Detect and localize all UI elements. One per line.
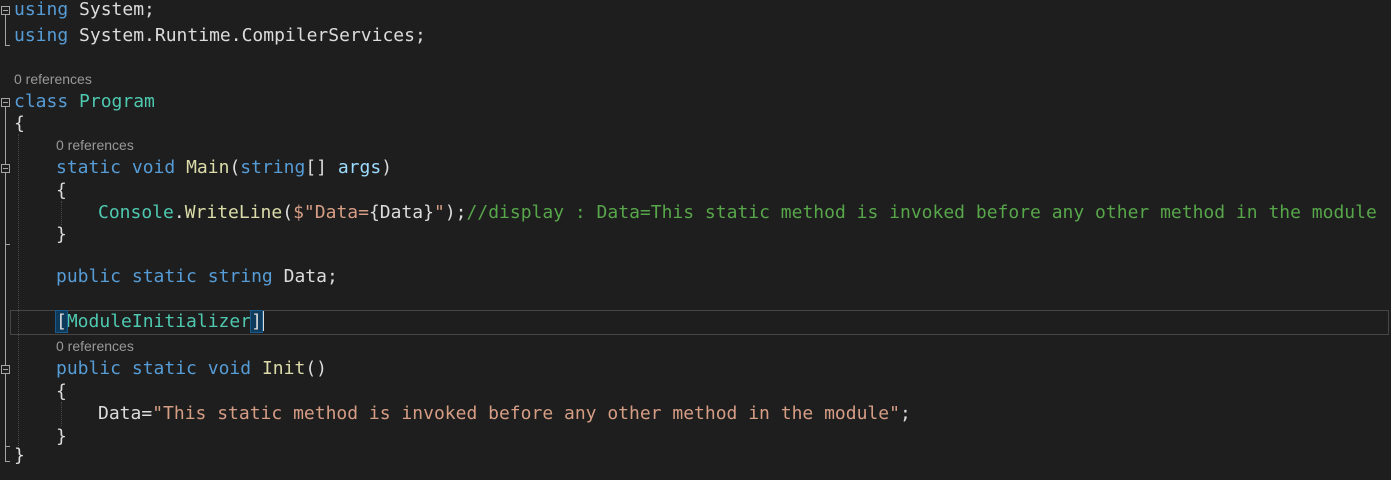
code-line-using-compilerservices[interactable]: using System.Runtime.CompilerServices;: [14, 25, 426, 47]
string-interp-end: ": [433, 202, 445, 223]
code-line-main-open-brace[interactable]: {: [56, 180, 67, 202]
paren-close-semicolon: );: [444, 202, 467, 223]
code-line-init-close-brace[interactable]: }: [56, 426, 67, 448]
code-line-main-close-brace[interactable]: }: [56, 224, 67, 246]
method-writeline: WriteLine: [184, 202, 283, 223]
fold-guide-class: [5, 107, 6, 461]
param-args: args: [337, 157, 382, 178]
parens: (): [305, 358, 327, 379]
semicolon: ;: [899, 403, 911, 424]
keyword-string: string: [207, 266, 273, 287]
keyword-public: public: [56, 358, 122, 379]
keyword-void: void: [131, 157, 176, 178]
collapse-using-icon[interactable]: [1, 6, 10, 15]
keyword-public: public: [56, 266, 122, 287]
class-name-program: Program: [79, 91, 155, 112]
indent-guide-class: [18, 134, 19, 450]
fold-end-using: [5, 45, 10, 46]
dot: .: [173, 202, 185, 223]
string-interp-start: $"Data=: [293, 202, 369, 223]
codelens-references-class[interactable]: 0 references: [14, 70, 92, 88]
method-name-main: Main: [186, 157, 230, 178]
collapse-init-icon[interactable]: [1, 365, 10, 374]
fold-guide-using: [5, 15, 6, 45]
method-name-init: Init: [261, 358, 306, 379]
keyword-void: void: [207, 358, 252, 379]
keyword-string: string: [240, 157, 306, 178]
comment-display: //display : Data=This static method is i…: [466, 202, 1377, 223]
codelens-references-init[interactable]: 0 references: [56, 337, 134, 355]
array-brackets: []: [305, 157, 338, 178]
keyword-static: static: [56, 157, 122, 178]
collapse-class-icon[interactable]: [1, 98, 10, 107]
string-literal-message: "This static method is invoked before an…: [152, 403, 900, 424]
keyword-using: using: [14, 25, 69, 46]
text-caret: [261, 311, 264, 331]
code-line-module-initializer-attribute[interactable]: [ModuleInitializer]: [55, 310, 264, 333]
code-line-init-open-brace[interactable]: {: [56, 381, 67, 403]
codelens-references-main[interactable]: 0 references: [56, 136, 134, 154]
namespace-compilerservices: System.Runtime.CompilerServices;: [68, 25, 426, 46]
code-editor[interactable]: using System; using System.Runtime.Compi…: [0, 0, 1391, 480]
paren-open: (: [229, 157, 241, 178]
attribute-moduleinitializer: ModuleInitializer: [66, 311, 252, 332]
keyword-static: static: [131, 358, 197, 379]
interpolation-data: {Data}: [368, 202, 434, 223]
code-line-console-writeline[interactable]: Console.WriteLine($"Data={Data}");//disp…: [98, 202, 1377, 224]
bracket-open: [: [55, 310, 68, 333]
code-line-data-field[interactable]: public static string Data;: [56, 266, 338, 288]
namespace-system: System;: [68, 0, 155, 20]
bracket-close: ]: [250, 310, 263, 333]
code-line-init-signature[interactable]: public static void Init(): [56, 358, 327, 380]
paren-open: (: [282, 202, 294, 223]
keyword-static: static: [131, 266, 197, 287]
fold-end-init: [5, 446, 10, 447]
indent-guide-main: [61, 201, 62, 225]
code-line-class-open-brace[interactable]: {: [14, 113, 25, 135]
code-line-using-system[interactable]: using System;: [14, 0, 155, 21]
keyword-class: class: [14, 91, 69, 112]
collapse-main-icon[interactable]: [1, 164, 10, 173]
code-line-class-close-brace[interactable]: }: [14, 445, 25, 467]
indent-guide-init: [61, 402, 62, 426]
class-console: Console: [98, 202, 174, 223]
code-line-data-assignment[interactable]: Data="This static method is invoked befo…: [98, 403, 911, 425]
field-data-assign: Data=: [98, 403, 153, 424]
code-line-main-signature[interactable]: static void Main(string[] args): [56, 157, 392, 179]
fold-end-class: [5, 461, 10, 462]
paren-close: ): [381, 157, 393, 178]
code-line-class-declaration[interactable]: class Program: [14, 91, 155, 113]
keyword-using: using: [14, 0, 69, 20]
fold-end-main: [5, 244, 10, 245]
field-name-data: Data;: [272, 266, 338, 287]
